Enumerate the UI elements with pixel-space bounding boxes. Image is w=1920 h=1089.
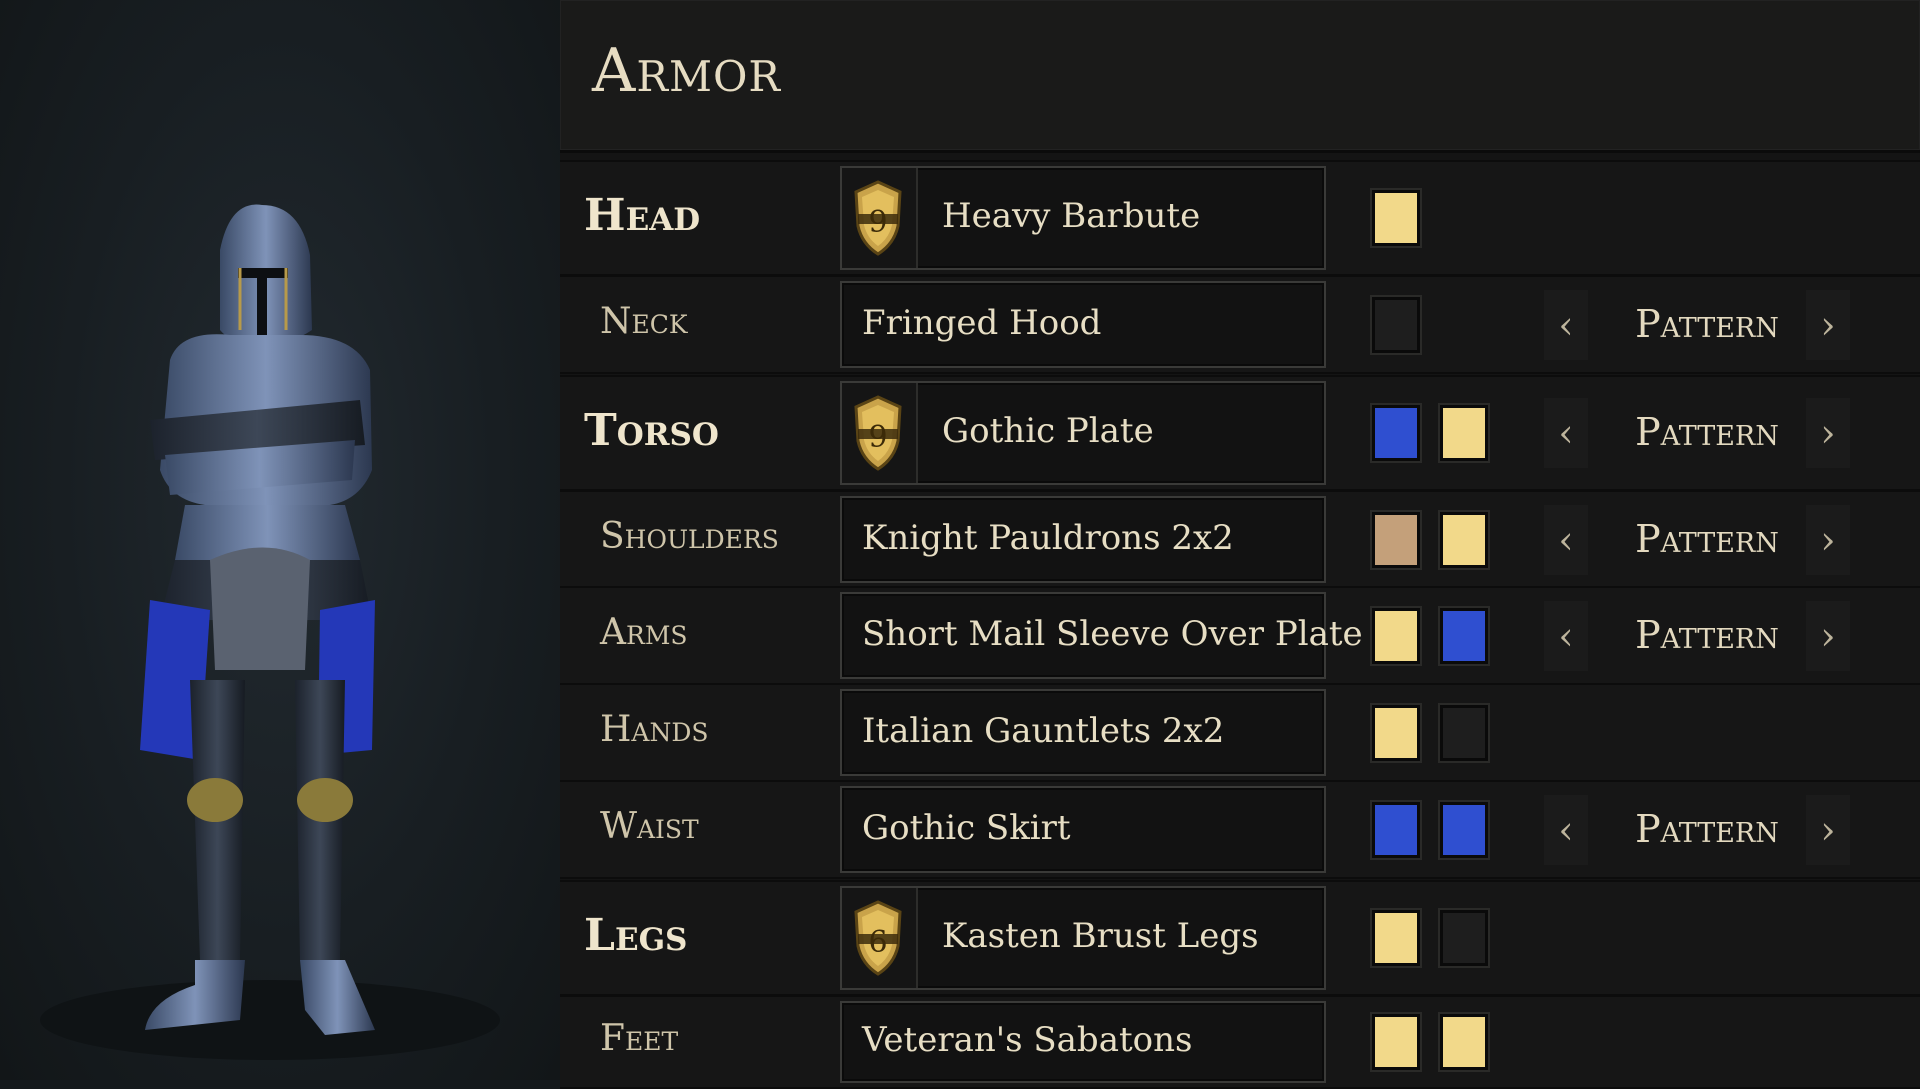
pattern-prev-icon[interactable]: ‹ <box>1544 398 1588 468</box>
slot-label-legs: Legs <box>584 910 688 961</box>
item-selector-neck[interactable]: Fringed Hood <box>840 281 1326 368</box>
pattern-next-icon[interactable]: › <box>1806 398 1850 468</box>
item-selector-legs[interactable]: 6 Kasten Brust Legs <box>840 886 1326 990</box>
color-swatch-1[interactable] <box>1372 511 1420 568</box>
color-swatch-2[interactable] <box>1440 607 1488 664</box>
armor-row-torso: Torso 9 Gothic Plate ‹ Pattern › <box>560 375 1920 491</box>
tier-number: 6 <box>868 925 887 960</box>
item-selector-feet[interactable]: Veteran's Sabatons <box>840 1001 1326 1083</box>
color-swatch-2[interactable] <box>1440 405 1488 461</box>
knight-figure <box>40 204 500 1060</box>
item-selector-arms[interactable]: Short Mail Sleeve Over Plate <box>840 592 1363 679</box>
tier-number: 9 <box>868 420 887 455</box>
armor-row-waist: Waist Gothic Skirt ‹ Pattern › <box>560 780 1920 879</box>
tier-number: 9 <box>868 205 887 240</box>
item-name-head: Heavy Barbute <box>942 196 1201 236</box>
pattern-label: Pattern <box>1635 301 1779 346</box>
pattern-selector-torso[interactable]: ‹ Pattern › <box>1544 398 1870 468</box>
armor-row-neck: Neck Fringed Hood ‹ Pattern › <box>560 275 1920 374</box>
item-selector-head[interactable]: 9 Heavy Barbute <box>840 166 1326 270</box>
pattern-selector-shoulders[interactable]: ‹ Pattern › <box>1544 504 1870 575</box>
color-swatch-1[interactable] <box>1372 910 1420 966</box>
slot-label-waist: Waist <box>600 805 699 847</box>
tier-shield-icon: 9 <box>854 395 902 471</box>
item-name-shoulders: Knight Pauldrons 2x2 <box>862 517 1234 558</box>
tier-shield-icon: 6 <box>854 900 902 976</box>
color-swatch-2[interactable] <box>1440 511 1488 568</box>
armor-row-feet: Feet Veteran's Sabatons <box>560 995 1920 1089</box>
pattern-next-icon[interactable]: › <box>1806 794 1850 865</box>
tier-shield-icon: 9 <box>854 180 902 256</box>
item-name-hands: Italian Gauntlets 2x2 <box>862 710 1225 751</box>
pattern-next-icon[interactable]: › <box>1806 504 1850 575</box>
color-swatch-1[interactable] <box>1372 190 1420 246</box>
color-swatch-1[interactable] <box>1372 801 1420 858</box>
item-name-legs: Kasten Brust Legs <box>942 916 1259 956</box>
item-selector-waist[interactable]: Gothic Skirt <box>840 786 1326 873</box>
color-swatch-2[interactable] <box>1440 801 1488 858</box>
tier-badge: 9 <box>842 168 918 268</box>
slot-label-head: Head <box>584 190 701 241</box>
item-name-torso: Gothic Plate <box>942 411 1154 451</box>
character-preview[interactable] <box>0 0 560 1080</box>
armor-row-arms: Arms Short Mail Sleeve Over Plate ‹ Pattern… <box>560 586 1920 685</box>
pattern-selector-waist[interactable]: ‹ Pattern › <box>1544 794 1870 865</box>
pattern-next-icon[interactable]: › <box>1806 289 1850 360</box>
pattern-prev-icon[interactable]: ‹ <box>1544 600 1588 671</box>
panel-title: Armor <box>592 36 782 106</box>
color-swatch-2[interactable] <box>1440 704 1488 761</box>
slot-label-hands: Hands <box>600 708 709 750</box>
item-selector-torso[interactable]: 9 Gothic Plate <box>840 381 1326 485</box>
armor-row-hands: Hands Italian Gauntlets 2x2 <box>560 683 1920 782</box>
armor-row-shoulders: Shoulders Knight Pauldrons 2x2 ‹ Pattern › <box>560 490 1920 589</box>
pattern-selector-neck[interactable]: ‹ Pattern › <box>1544 289 1870 360</box>
color-swatch-1[interactable] <box>1372 704 1420 761</box>
pattern-label: Pattern <box>1635 806 1779 851</box>
color-swatch-1[interactable] <box>1372 296 1420 353</box>
item-name-waist: Gothic Skirt <box>862 807 1071 848</box>
tier-badge: 9 <box>842 383 918 483</box>
item-selector-shoulders[interactable]: Knight Pauldrons 2x2 <box>840 496 1326 583</box>
armor-row-head: Head 9 Heavy Barbute <box>560 160 1920 276</box>
pattern-label: Pattern <box>1635 516 1779 561</box>
color-swatch-1[interactable] <box>1372 607 1420 664</box>
slot-label-neck: Neck <box>600 300 688 342</box>
item-name-feet: Veteran's Sabatons <box>862 1020 1193 1060</box>
slot-label-shoulders: Shoulders <box>600 515 779 557</box>
color-swatch-2[interactable] <box>1440 910 1488 966</box>
slot-label-torso: Torso <box>584 405 719 456</box>
pattern-label: Pattern <box>1635 612 1779 657</box>
slot-label-arms: Arms <box>600 611 688 653</box>
color-swatch-1[interactable] <box>1372 1014 1420 1070</box>
pattern-next-icon[interactable]: › <box>1806 600 1850 671</box>
panel-header: Armor <box>560 0 1920 153</box>
pattern-prev-icon[interactable]: ‹ <box>1544 794 1588 865</box>
item-selector-hands[interactable]: Italian Gauntlets 2x2 <box>840 689 1326 776</box>
color-swatch-2[interactable] <box>1440 1014 1488 1070</box>
item-name-neck: Fringed Hood <box>862 302 1102 343</box>
pattern-selector-arms[interactable]: ‹ Pattern › <box>1544 600 1870 671</box>
pattern-label: Pattern <box>1635 410 1779 454</box>
slot-label-feet: Feet <box>600 1018 679 1059</box>
armor-row-legs: Legs 6 Kasten Brust Legs <box>560 880 1920 996</box>
color-swatch-1[interactable] <box>1372 405 1420 461</box>
tier-badge: 6 <box>842 888 918 988</box>
item-name-arms: Short Mail Sleeve Over Plate <box>862 613 1363 654</box>
pattern-prev-icon[interactable]: ‹ <box>1544 289 1588 360</box>
pattern-prev-icon[interactable]: ‹ <box>1544 504 1588 575</box>
armor-panel: Armor Head 9 Heavy Barbute Neck Fringed Hood… <box>560 0 1920 1089</box>
